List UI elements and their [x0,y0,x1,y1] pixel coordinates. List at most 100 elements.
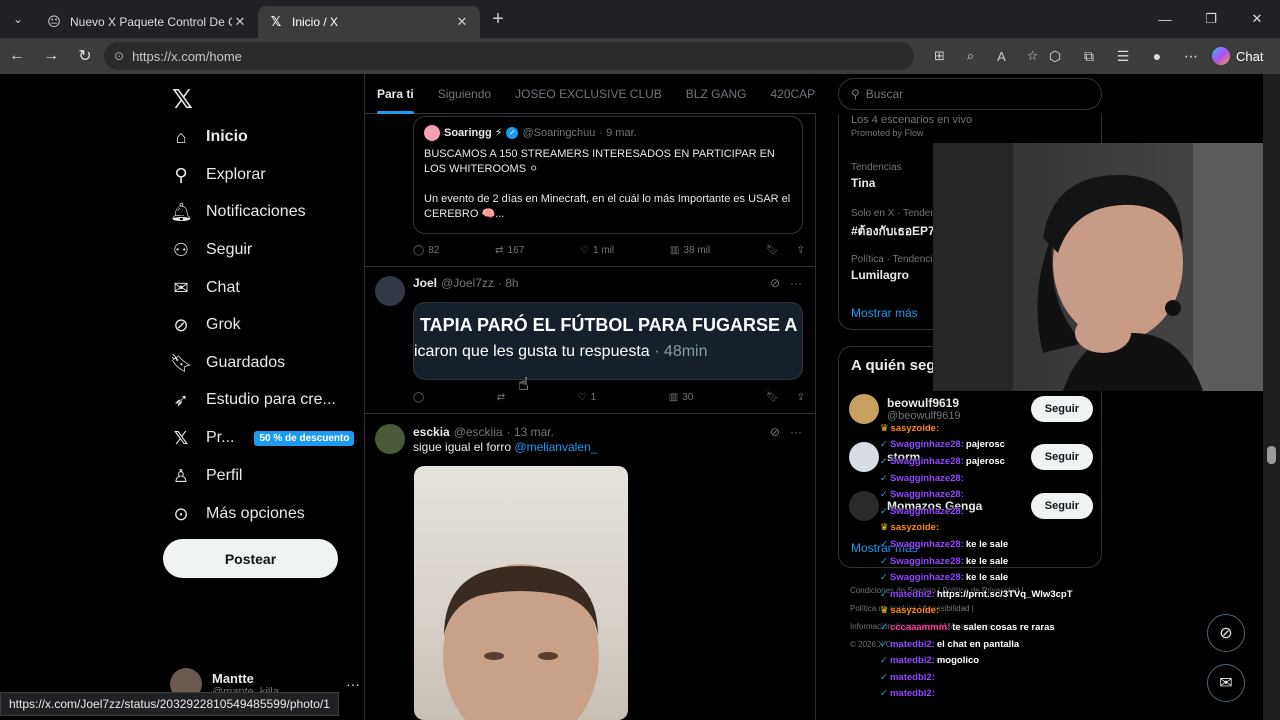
repost-button[interactable]: ⇄ [497,389,505,405]
chat-message: ✓ Swagginhaze28: [880,486,1140,503]
emoji-favicon-icon: 😐 [47,14,61,29]
more-dots-icon[interactable]: ··· [790,425,802,439]
like-button[interactable]: ♡ 1 [578,389,597,405]
reload-icon[interactable]: ↻ [68,38,102,74]
url-text: https://x.com/home [132,48,242,64]
forward-icon[interactable]: → [34,38,68,74]
post-photo[interactable] [414,466,628,720]
tab-joseo[interactable]: JOSEO EXCLUSIVE CLUB [503,74,674,114]
post-date[interactable]: · 13 mar. [507,425,554,439]
share-icon[interactable]: ⇪ [797,245,805,256]
discount-badge: 50 % de descuento [254,430,355,446]
messages-fab-icon[interactable]: ✉ [1207,664,1245,702]
sidebar-item-premium[interactable]: 𝕏 Pr... 50 % de descuento [170,423,355,453]
trend-context: Tendencias [851,162,902,173]
post-handle[interactable]: @Joel7zz [441,276,494,290]
scrollbar-thumb[interactable] [1267,446,1276,464]
post-author[interactable]: esckia [413,425,450,439]
sidebar-item-seguir[interactable]: ⚇ Seguir [170,235,252,265]
split-screen-icon[interactable]: ⧉ [1072,48,1106,65]
browser-tab-1[interactable]: 😐 Nuevo X Paquete Control De Gesti ✕ [36,6,258,38]
back-icon[interactable]: ← [0,38,34,74]
verified-badge-icon: ✓ [880,439,888,451]
minimize-icon[interactable]: — [1142,0,1188,38]
tab-blz-gang[interactable]: BLZ GANG [674,74,759,114]
bookmark-icon: 🔖︎ [170,352,193,373]
post-author[interactable]: Joel [413,276,437,290]
promoted-trend[interactable]: Los 4 escenarios en vivo Promoted by Flo… [851,114,972,138]
chat-username: Swagginhaze28: [889,555,964,567]
tab-siguiendo[interactable]: Siguiendo [426,74,503,114]
profile-avatar-icon[interactable]: ● [1140,48,1174,64]
trend-item[interactable]: Tendencias Tina [851,162,902,190]
reply-button[interactable]: ◯ [413,389,424,405]
x-logo-icon[interactable]: 𝕏 [172,84,200,114]
avatar [424,125,440,141]
favorites-icon[interactable]: ☰ [1106,48,1140,65]
trend-item[interactable]: Solo en X · Tenden #ต้องกับเธอEP7 [851,208,936,241]
post-image[interactable]: TAPIA PARÓ EL FÚTBOL PARA FUGARSE A I ic… [413,302,803,380]
heart-icon: ♡ [577,391,587,403]
search-input[interactable]: ⚲ Buscar [838,78,1102,110]
sidebar-item-explorar[interactable]: ⚲ Explorar [170,160,265,190]
trend-item[interactable]: Política · Tendenci Lumilagro [851,254,933,282]
share-icon[interactable]: ⇪ [797,392,805,403]
more-dots-icon[interactable]: ··· [346,676,360,692]
avatar[interactable] [375,276,405,306]
image-text-line-1: TAPIA PARÓ EL FÚTBOL PARA FUGARSE A I [420,315,803,335]
follow-button[interactable]: Seguir [1030,396,1093,422]
grok-icon[interactable]: ⊘ [770,425,780,439]
post-handle[interactable]: @esckiia [454,425,503,439]
bookmark-button[interactable]: 🔖︎ ⇪ [766,389,805,405]
zoom-icon[interactable]: ⌕ [957,48,984,64]
post-menu: ⊘ ··· [770,276,802,290]
restore-icon[interactable]: ❐ [1188,0,1234,38]
post-time[interactable]: · 8h [498,276,519,290]
sidebar-item-guardados[interactable]: 🔖︎ Guardados [170,348,285,378]
chat-message: ♛ sasyzoide: [880,520,1140,537]
avatar[interactable] [375,424,405,454]
quote-text-2: Un evento de 2 días en Minecraft, en el … [424,193,791,220]
sidebar-item-chat[interactable]: ✉ Chat [170,273,239,303]
sidebar-item-inicio[interactable]: ⌂ Inicio [170,122,248,152]
chart-icon: ▥ [669,244,680,256]
follow-title: A quién seg [851,357,936,374]
more-dots-icon[interactable]: ··· [790,276,802,290]
chat-text: pajerosc [965,439,1005,451]
tab-list-chevron-icon[interactable]: ⌄ [0,0,36,38]
copilot-chat-button[interactable]: Chat [1212,44,1263,68]
show-more-link[interactable]: Mostrar más [851,306,918,320]
views-button[interactable]: ▥ 38 mil [670,242,710,258]
close-tab-icon[interactable]: ✕ [454,14,470,30]
verified-badge-icon: ✓ [880,621,888,633]
extensions-icon[interactable]: ⬡ [1038,48,1072,65]
grok-icon[interactable]: ⊘ [770,276,780,290]
browser-tab-2[interactable]: 𝕏 Inicio / X ✕ [258,6,480,38]
sidebar-item-notificaciones[interactable]: 🔔︎ Notificaciones [170,197,306,227]
reply-button[interactable]: ◯ 82 [413,242,439,258]
quoted-post[interactable]: Soaringg ⚡ ✓ @Soaringchuu · 9 mar. BUSCA… [413,116,803,234]
more-menu-icon[interactable]: ⋯ [1174,48,1208,65]
tab-420cap[interactable]: 420CAP [758,74,816,114]
close-window-icon[interactable]: ✕ [1234,0,1280,38]
like-button[interactable]: ♡ 1 mil [580,242,614,258]
sidebar-item-grok[interactable]: ⊘ Grok [170,310,240,340]
address-bar[interactable]: ⊙ https://x.com/home [104,42,914,70]
post-button[interactable]: Postear [163,539,338,578]
mention-link[interactable]: @melianvalen_ [514,440,597,454]
read-aloud-icon[interactable]: A [988,49,1015,64]
sidebar-item-mas-opciones[interactable]: ⊙ Más opciones [170,499,304,529]
close-tab-icon[interactable]: ✕ [232,14,248,30]
grok-fab-icon[interactable]: ⊘ [1207,614,1245,652]
site-info-icon[interactable]: ⊙ [114,49,124,63]
bookmark-icon: 🔖︎ [765,391,779,403]
page-scrollbar[interactable] [1263,74,1280,720]
views-button[interactable]: ▥ 30 [669,389,694,405]
bookmark-button[interactable]: 🔖︎ ⇪ [766,242,805,258]
repost-button[interactable]: ⇄ 167 [495,242,524,258]
sidebar-item-perfil[interactable]: ♙ Perfil [170,461,243,491]
sidebar-item-estudio[interactable]: ➶ Estudio para cre... [170,385,335,415]
new-tab-button[interactable]: + [480,8,516,31]
tab-para-ti[interactable]: Para ti [365,74,426,114]
app-available-icon[interactable]: ⊞ [926,48,953,64]
